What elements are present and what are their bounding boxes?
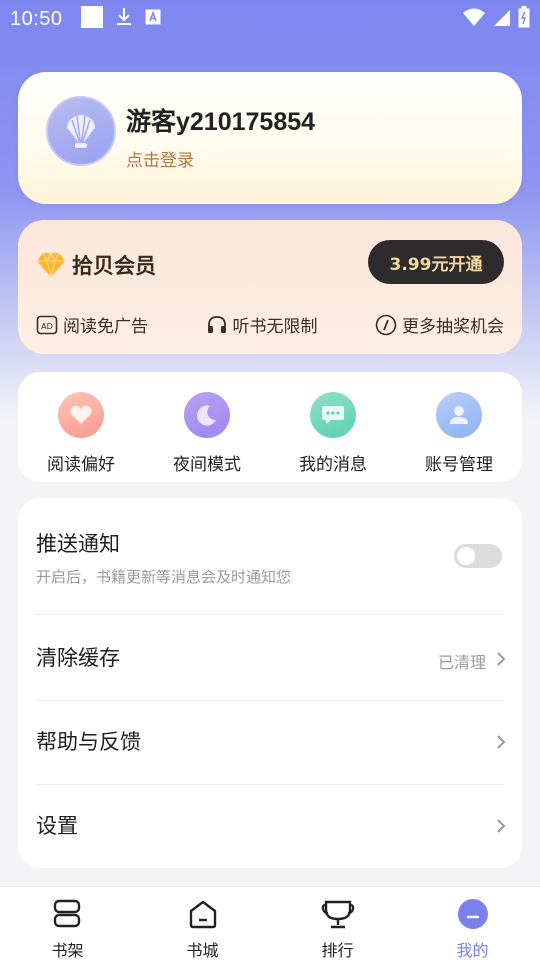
clear-cache-row[interactable]: 清除缓存 [36,615,504,699]
benefit-label: 听书无限制 [232,317,318,337]
moon-icon [184,392,230,438]
download-icon [115,7,133,31]
bookshelf-icon [51,897,85,931]
profile-card[interactable]: 游客y210175854 点击登录 [18,72,522,204]
diamond-icon [37,252,65,278]
help-title: 帮助与反馈 [36,730,141,754]
chevron-right-icon [497,652,506,666]
quick-night-mode[interactable]: 夜间模式 [152,392,262,475]
login-link[interactable]: 点击登录 [126,146,194,171]
bookstore-icon [186,897,220,931]
headphones-icon [207,315,226,333]
vip-purchase-button[interactable]: 3.99元开通 [368,240,504,284]
vip-title-group: 拾贝会员 [36,250,156,280]
help-feedback-row[interactable]: 帮助与反馈 [36,701,504,785]
settings-title: 设置 [36,814,78,838]
status-right [462,6,530,32]
profile-icon [456,897,490,931]
wifi-icon [462,7,486,31]
cache-title: 清除缓存 [36,646,120,670]
vip-benefits: AD 阅读免广告 听书无限制 更多抽奖机会 [36,312,504,337]
quick-messages[interactable]: 我的消息 [278,392,388,475]
status-bar: 10:50 [0,0,540,38]
quick-label: 我的消息 [299,455,367,475]
avatar[interactable] [46,96,116,166]
account-icon [436,392,482,438]
notification-square-icon [80,6,103,32]
toggle-knob [457,547,475,565]
benefit-audio: 听书无限制 [206,312,318,337]
nav-profile[interactable]: 我的 [423,897,523,960]
cache-value: 已清理 [437,653,486,672]
chevron-right-icon [497,819,506,833]
notification-icons [80,6,161,32]
vip-title: 拾贝会员 [72,253,156,278]
benefit-label: 阅读免广告 [63,317,148,337]
nav-label: 书城 [186,941,219,960]
nav-bookstore[interactable]: 书城 [153,897,253,960]
quick-reading-preference[interactable]: 阅读偏好 [26,392,136,475]
heart-icon [58,392,104,438]
shell-icon [66,115,96,148]
quick-label: 账号管理 [425,455,493,475]
benefit-lottery: 更多抽奖机会 [375,312,504,337]
ad-free-icon: AD [36,315,58,334]
quick-label: 夜间模式 [173,455,241,475]
settings-card: 推送通知 开启后，书籍更新等消息会及时通知您 清除缓存 已清理 帮助与反馈 设置 [18,498,522,868]
push-title: 推送通知 [36,532,120,556]
nav-ranking[interactable]: 排行 [288,897,388,960]
svg-text:AD: AD [41,322,53,331]
push-subtitle: 开启后，书籍更新等消息会及时通知您 [36,568,292,586]
header-background [0,0,540,420]
quick-label: 阅读偏好 [47,455,115,475]
nav-bookshelf[interactable]: 书架 [18,897,118,960]
nav-label: 我的 [456,941,489,960]
bottom-nav: 书架 书城 排行 我的 [0,886,540,960]
nav-label: 排行 [321,941,354,960]
status-time: 10:50 [10,7,63,30]
settings-row[interactable]: 设置 [36,785,504,867]
push-notification-row: 推送通知 开启后，书籍更新等消息会及时通知您 [36,528,504,587]
benefit-ad-free: AD 阅读免广告 [36,312,148,337]
battery-icon [518,6,530,32]
quick-actions: 阅读偏好 夜间模式 我的消息 账号管理 [18,372,522,482]
benefit-label: 更多抽奖机会 [402,317,504,337]
message-icon [310,392,356,438]
translate-icon [145,9,161,29]
quick-account[interactable]: 账号管理 [404,392,514,475]
signal-icon [492,7,512,31]
chevron-right-icon [497,735,506,749]
nav-label: 书架 [51,941,84,960]
push-toggle[interactable] [454,544,502,568]
username: 游客y210175854 [126,108,316,136]
lottery-icon [375,314,397,335]
ranking-icon [321,897,355,931]
vip-card: 拾贝会员 3.99元开通 AD 阅读免广告 听书无限制 更多抽奖机会 [18,220,522,354]
